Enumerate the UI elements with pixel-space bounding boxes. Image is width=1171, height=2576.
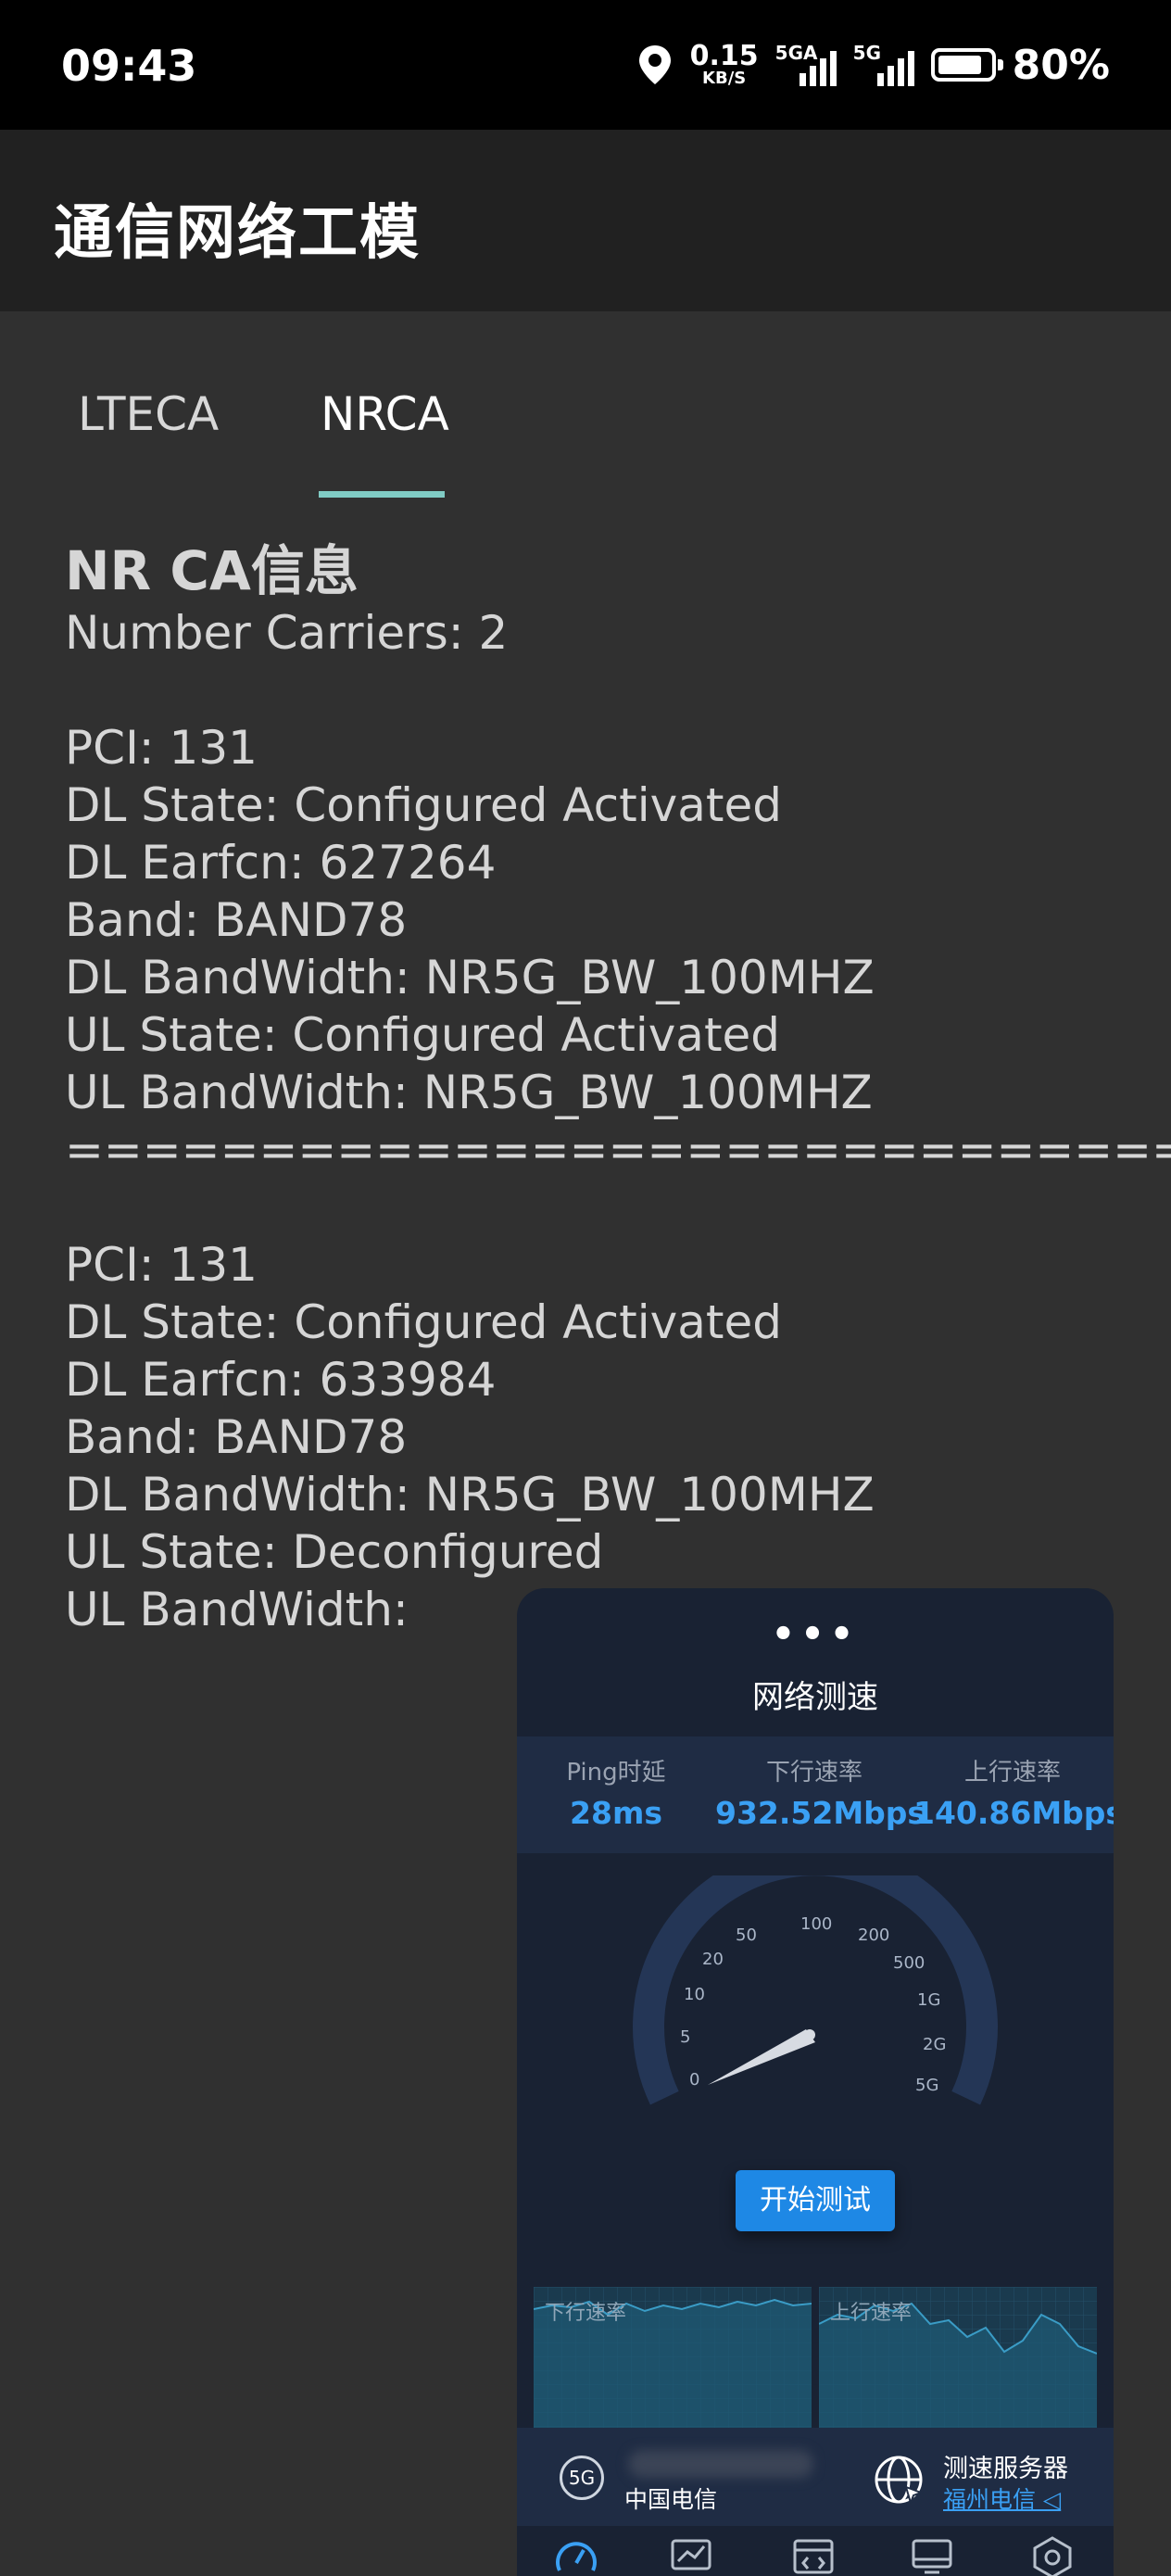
carrier1-band: Band: BAND78 (65, 893, 408, 947)
speed-icon[interactable] (554, 2535, 598, 2576)
gauge-tick: 10 (684, 1985, 705, 2004)
stat-label: 上行速率 (963, 1759, 1061, 1787)
net-speed-value: 0.15 (689, 40, 759, 72)
network-info: 5G 中国电信 测速服务器 福州电信 ◁ (517, 2428, 1114, 2526)
tab-lteca[interactable]: LTECA (78, 387, 219, 441)
download-chart: 下行速率 (534, 2287, 812, 2431)
carrier1-dl-state: DL State: Configured Activated (65, 778, 782, 832)
redacted-number (628, 2450, 813, 2478)
stat-value: 932.52Mbps (715, 1795, 926, 1831)
bottom-nav (517, 2526, 1114, 2576)
stat-download: 下行速率 932.52Mbps (715, 1753, 926, 1831)
chart-icon[interactable] (669, 2535, 713, 2576)
carrier1-ul-bandwidth: UL BandWidth: NR5G_BW_100MHZ (65, 1066, 873, 1119)
stat-upload: 上行速率 140.86Mbps (913, 1753, 1114, 1831)
stat-value: 140.86Mbps (913, 1795, 1114, 1831)
speed-gauge: 0 5 10 20 50 100 200 500 1G 2G 5G (633, 1875, 998, 2105)
signal-icon: 5GA (775, 42, 837, 88)
stat-label: Ping时延 (566, 1759, 666, 1787)
speed-stats: Ping时延 28ms 下行速率 932.52Mbps 上行速率 140.86M… (517, 1736, 1114, 1853)
gauge-needle (708, 2029, 815, 2085)
gauge-tick: 500 (893, 1953, 925, 1973)
carrier2-band: Band: BAND78 (65, 1410, 408, 1464)
stat-ping: Ping时延 28ms (517, 1753, 715, 1831)
more-menu-icon[interactable]: ••• (517, 1616, 1114, 1653)
server-link[interactable]: 福州电信 ◁ (943, 2481, 1061, 2515)
tab-indicator (319, 491, 445, 498)
carrier-count: Number Carriers: 2 (65, 606, 509, 660)
monitor-icon[interactable] (910, 2535, 954, 2576)
server-title: 测速服务器 (943, 2455, 1068, 2483)
location-icon (638, 45, 671, 84)
speed-test-window[interactable]: ••• 网络测速 Ping时延 28ms 下行速率 932.52Mbps 上行速… (517, 1588, 1114, 2576)
carrier2-pci: PCI: 131 (65, 1238, 258, 1292)
network-type-icon: 5G (560, 2456, 604, 2500)
status-icons: 0.15 KB/S 5GA 5G 80% (636, 37, 1110, 93)
battery-percent: 80% (1012, 41, 1110, 89)
stat-value: 28ms (570, 1795, 662, 1831)
carrier2-ul-state: UL State: Deconfigured (65, 1525, 604, 1579)
carrier1-pci: PCI: 131 (65, 721, 258, 775)
net-speed-unit: KB/S (702, 69, 747, 88)
stat-label: 下行速率 (765, 1759, 863, 1787)
carrier2-dl-earfcn: DL Earfcn: 633984 (65, 1353, 497, 1407)
nrca-info: NR CA信息 Number Carriers: 2 PCI: 131 DL S… (65, 537, 1171, 1638)
carrier-separator: ============================== (65, 1123, 1171, 1177)
gauge-tick: 5 (680, 2027, 690, 2047)
status-bar: 09:43 0.15 KB/S 5GA 5G 80% (0, 0, 1171, 130)
carrier1-dl-bandwidth: DL BandWidth: NR5G_BW_100MHZ (65, 951, 875, 1004)
gauge-tick: 200 (858, 1926, 889, 1945)
code-icon[interactable] (791, 2535, 836, 2576)
nrca-heading: NR CA信息 (65, 539, 359, 602)
speed-test-title: 网络测速 (752, 1679, 878, 1716)
server-name: 福州电信 (943, 2486, 1037, 2513)
globe-icon (875, 2456, 924, 2506)
carrier2-dl-state: DL State: Configured Activated (65, 1295, 782, 1349)
tab-nrca[interactable]: NRCA (321, 387, 449, 441)
carrier-name: 中国电信 (624, 2486, 718, 2513)
signal-icon-2: 5G (853, 42, 914, 88)
settings-icon[interactable] (1030, 2535, 1075, 2576)
gauge-tick: 1G (917, 1990, 940, 2010)
start-test-button[interactable]: 开始测试 (736, 2170, 895, 2231)
upload-chart: 上行速率 (819, 2287, 1097, 2431)
carrier1-dl-earfcn: DL Earfcn: 627264 (65, 836, 497, 890)
status-time: 09:43 (61, 41, 197, 91)
gauge-tick: 2G (923, 2035, 946, 2054)
battery-icon (930, 48, 1003, 82)
gauge-tick: 5G (915, 2076, 938, 2095)
gauge-tick: 20 (702, 1950, 724, 1969)
gauge-tick: 50 (736, 1926, 757, 1945)
carrier2-dl-bandwidth: DL BandWidth: NR5G_BW_100MHZ (65, 1468, 875, 1522)
gauge-tick: 0 (689, 2070, 699, 2090)
net-speed: 0.15 KB/S (690, 43, 759, 87)
upload-chart-label: 上行速率 (830, 2302, 913, 2325)
carrier1-ul-state: UL State: Configured Activated (65, 1008, 781, 1062)
page-title: 通信网络工模 (54, 199, 421, 268)
app-bar: 通信网络工模 (0, 130, 1171, 311)
download-chart-label: 下行速率 (545, 2302, 627, 2325)
gauge-tick: 100 (800, 1914, 832, 1934)
